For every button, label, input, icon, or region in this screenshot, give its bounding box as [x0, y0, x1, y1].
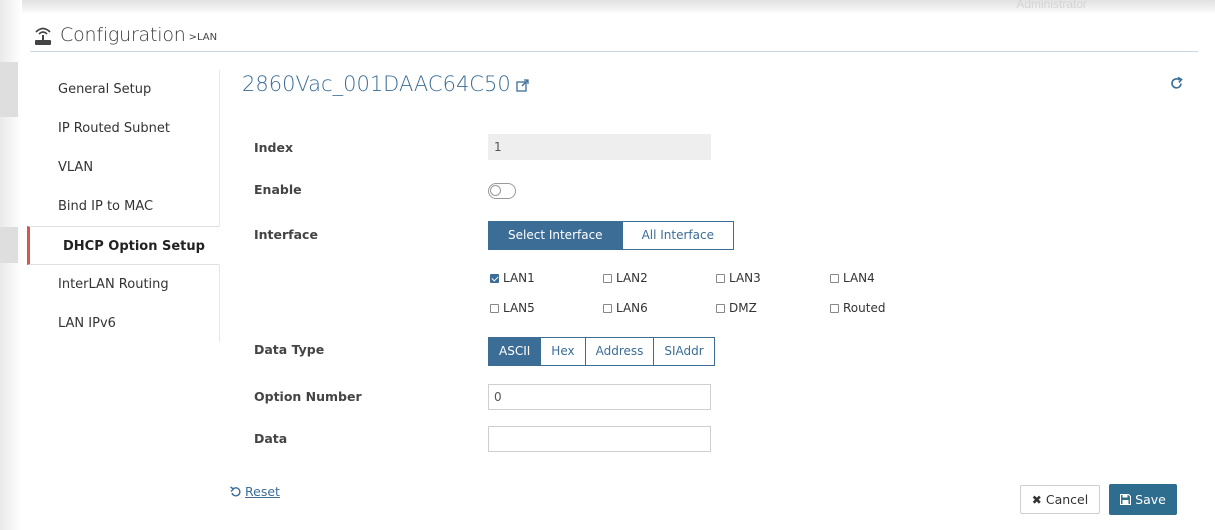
sidebar-item-lan-ipv6[interactable]: LAN IPv6: [22, 304, 219, 343]
window-top-edge: Administrator: [0, 0, 1215, 14]
checkbox-label: DMZ: [729, 301, 757, 315]
dmz-checkbox[interactable]: DMZ: [716, 301, 757, 315]
ascii-option[interactable]: ASCII: [489, 338, 541, 365]
checkbox-box: [716, 303, 725, 313]
lan5-checkbox[interactable]: LAN5: [490, 301, 535, 315]
cancel-label: Cancel: [1045, 492, 1089, 507]
cancel-button[interactable]: ✖ Cancel: [1020, 485, 1100, 514]
checkbox-box: [490, 303, 499, 313]
edge-mark: [0, 62, 18, 117]
sidebar-item-dhcp-option-setup[interactable]: DHCP Option Setup: [27, 226, 220, 265]
undo-icon: [230, 486, 241, 497]
option-number-label: Option Number: [254, 389, 362, 404]
sidebar: General Setup IP Routed Subnet VLAN Bind…: [22, 70, 220, 342]
checkbox-box: [830, 303, 839, 313]
sidebar-item-vlan[interactable]: VLAN: [22, 148, 219, 187]
close-icon: ✖: [1031, 492, 1042, 507]
sidebar-item-interlan-routing[interactable]: InterLAN Routing: [22, 265, 219, 304]
data-type-selector: ASCII Hex Address SIAddr: [488, 337, 715, 366]
device-title: 2860Vac_001DAAC64C50: [242, 72, 529, 96]
breadcrumb[interactable]: >LAN: [189, 32, 218, 43]
option-number-field[interactable]: [488, 384, 711, 410]
data-field[interactable]: [488, 426, 711, 452]
sidebar-item-ip-routed-subnet[interactable]: IP Routed Subnet: [22, 109, 219, 148]
edge-mark: [0, 227, 18, 263]
enable-label: Enable: [254, 182, 302, 197]
checkbox-box: [490, 273, 499, 283]
enable-toggle[interactable]: [488, 183, 516, 199]
all-interface-option[interactable]: All Interface: [621, 222, 733, 249]
page-title: Configuration: [60, 24, 186, 46]
save-button[interactable]: Save: [1109, 484, 1177, 515]
reset-label: Reset: [245, 484, 280, 499]
checkbox-label: LAN3: [729, 271, 761, 285]
checkbox-label: LAN5: [503, 301, 535, 315]
external-link-icon[interactable]: [516, 79, 529, 92]
lan3-checkbox[interactable]: LAN3: [716, 271, 761, 285]
checkbox-box: [830, 273, 839, 283]
lan6-checkbox[interactable]: LAN6: [603, 301, 648, 315]
checkbox-label: Routed: [843, 301, 886, 315]
configuration-panel: Configuration >LAN General Setup IP Rout…: [22, 14, 1208, 530]
lan1-checkbox[interactable]: LAN1: [490, 271, 535, 285]
index-label: Index: [254, 140, 294, 155]
hex-option[interactable]: Hex: [540, 338, 585, 365]
toggle-knob: [490, 185, 501, 196]
router-icon: [35, 27, 51, 45]
sidebar-item-bind-ip-to-mac[interactable]: Bind IP to MAC: [22, 187, 219, 226]
index-field: [488, 134, 711, 160]
save-label: Save: [1135, 492, 1166, 507]
save-disk-icon: [1120, 494, 1132, 505]
checkbox-box: [716, 273, 725, 283]
device-name: 2860Vac_001DAAC64C50: [242, 72, 511, 96]
sidebar-item-general-setup[interactable]: General Setup: [22, 70, 219, 109]
address-option[interactable]: Address: [584, 338, 654, 365]
reset-link[interactable]: Reset: [230, 484, 280, 499]
lan2-checkbox[interactable]: LAN2: [603, 271, 648, 285]
checkbox-label: LAN4: [843, 271, 875, 285]
checkbox-box: [603, 273, 612, 283]
interface-label: Interface: [254, 227, 318, 242]
routed-checkbox[interactable]: Routed: [830, 301, 885, 315]
checkbox-box: [603, 303, 612, 313]
select-interface-option[interactable]: Select Interface: [489, 222, 622, 249]
header-divider: [30, 51, 1198, 52]
siaddr-option[interactable]: SIAddr: [653, 338, 714, 365]
checkbox-label: LAN1: [503, 271, 535, 285]
lan4-checkbox[interactable]: LAN4: [830, 271, 875, 285]
checkbox-label: LAN2: [616, 271, 648, 285]
interface-selector: Select Interface All Interface: [488, 221, 734, 250]
page-header: Configuration >LAN: [32, 20, 217, 50]
refresh-icon[interactable]: [1169, 76, 1184, 91]
checkbox-label: LAN6: [616, 301, 648, 315]
data-type-label: Data Type: [254, 342, 325, 357]
ghost-user-label: Administrator: [1016, 0, 1087, 11]
data-label: Data: [254, 431, 288, 446]
